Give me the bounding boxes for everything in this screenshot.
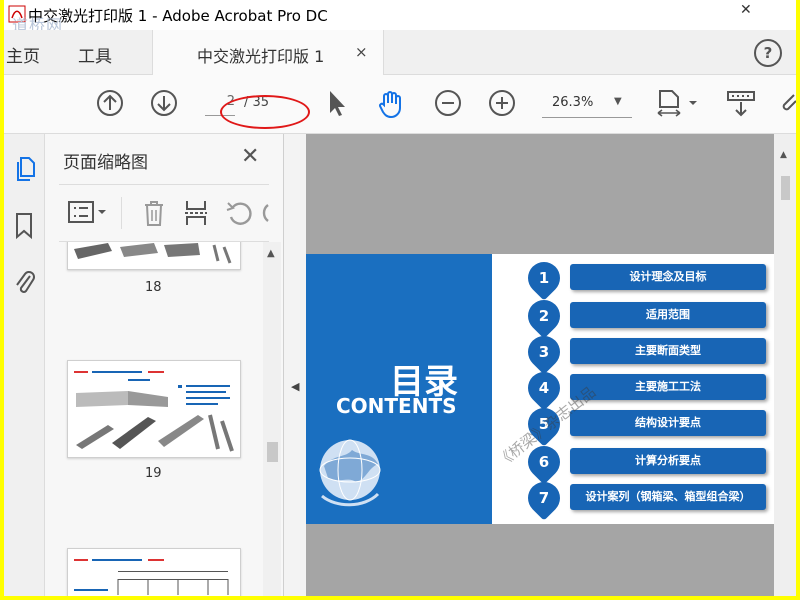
tab-document[interactable]: 中交激光打印版 1 ×: [152, 30, 384, 75]
toc-item-label: 结构设计要点: [570, 410, 766, 436]
thumbnail-page-20[interactable]: [67, 548, 241, 596]
document-tab-close-button[interactable]: ×: [355, 43, 368, 61]
document-scrollbar[interactable]: ▲: [774, 134, 796, 596]
panel-close-button[interactable]: ✕: [241, 144, 259, 169]
panel-collapse-handle[interactable]: ◀: [284, 134, 307, 596]
panel-toolbar: [59, 184, 269, 242]
document-view: 目录 CONTENTS 1 设计理念及目标 2 适用范围 3 主要断面类型 4 …: [306, 134, 774, 596]
zoom-out-icon[interactable]: [434, 89, 462, 117]
thumbnail-page-19[interactable]: [67, 360, 241, 458]
toc-item[interactable]: 2 适用范围: [521, 293, 768, 339]
previous-page-icon[interactable]: [96, 89, 124, 117]
thumbnail-image: [74, 371, 234, 452]
toc-number-badge: 7: [521, 475, 567, 521]
pdf-page: 目录 CONTENTS 1 设计理念及目标 2 适用范围 3 主要断面类型 4 …: [306, 254, 774, 524]
title-bar: 中交激光打印版 1 - Adobe Acrobat Pro DC 道桥网 ✕: [4, 0, 796, 35]
toc-item-label: 计算分析要点: [570, 448, 766, 474]
toolbar: 2 / 35 26.3% ▼: [4, 75, 796, 134]
help-button[interactable]: ?: [754, 39, 782, 67]
toc-item[interactable]: 7 设计案列（钢箱梁、箱型组合梁）: [521, 475, 768, 521]
thumbnail-panel: 页面缩略图 ✕ 18 19 ▲: [45, 134, 284, 596]
toc-item-label: 主要断面类型: [570, 338, 766, 364]
thumbnail-scrollbar[interactable]: ▲: [263, 242, 281, 596]
page-thumbnails-icon[interactable]: [14, 156, 36, 182]
contents-title-en: CONTENTS: [336, 394, 457, 418]
thumbnail-label: 18: [145, 280, 162, 295]
toc-number-badge: 1: [521, 255, 567, 301]
rotate-clockwise-icon[interactable]: [259, 199, 269, 227]
thumbnail-image: [74, 559, 229, 595]
delete-page-icon[interactable]: [141, 199, 167, 227]
document-tab-title: 中交激光打印版 1: [197, 47, 325, 66]
window-close-button[interactable]: ✕: [740, 2, 752, 18]
scroll-mode-icon[interactable]: [726, 89, 756, 119]
acrobat-window: 中交激光打印版 1 - Adobe Acrobat Pro DC 道桥网 ✕ 主…: [4, 0, 796, 596]
zoom-select[interactable]: 26.3% ▼: [542, 89, 632, 118]
tab-tools[interactable]: 工具: [78, 42, 112, 67]
panel-title: 页面缩略图: [63, 153, 148, 173]
zoom-in-icon[interactable]: [488, 89, 516, 117]
link-icon[interactable]: [780, 89, 796, 117]
zoom-value: 26.3%: [552, 95, 594, 110]
thumbnail-list: 18 19: [45, 242, 263, 596]
bookmark-icon[interactable]: [14, 212, 34, 240]
chevron-left-icon: ◀: [291, 380, 300, 393]
toc-item-label: 设计案列（钢箱梁、箱型组合梁）: [570, 484, 766, 510]
annotation-circle: [220, 95, 310, 129]
thumbnail-label: 19: [145, 466, 162, 481]
thumbnail-page-18[interactable]: [67, 242, 241, 270]
toc-item[interactable]: 3 主要断面类型: [521, 329, 768, 375]
next-page-icon[interactable]: [150, 89, 178, 117]
thumbnail-options-icon[interactable]: [67, 199, 109, 225]
hand-tool-icon[interactable]: [376, 89, 406, 119]
contents-panel: 目录 CONTENTS: [306, 254, 492, 524]
toc-number-badge: 3: [521, 329, 567, 375]
scrollbar-thumb[interactable]: [781, 176, 790, 200]
toc-item[interactable]: 1 设计理念及目标: [521, 255, 768, 301]
window-title: 中交激光打印版 1 - Adobe Acrobat Pro DC: [28, 7, 328, 25]
chevron-down-icon: ▼: [614, 96, 622, 107]
toolbar-divider: [121, 197, 122, 229]
tab-home[interactable]: 主页: [6, 42, 40, 67]
toc-number-badge: 2: [521, 293, 567, 339]
toc-item-label: 适用范围: [570, 302, 766, 328]
split-page-icon[interactable]: [183, 199, 209, 227]
select-tool-icon[interactable]: [326, 89, 348, 117]
navigation-rail: [4, 134, 45, 596]
toc-item-label: 主要施工工法: [570, 374, 766, 400]
attachment-icon[interactable]: [14, 268, 36, 298]
scrollbar-thumb[interactable]: [267, 442, 278, 462]
thumbnail-image: [74, 243, 232, 264]
scroll-up-arrow-icon[interactable]: ▲: [780, 150, 787, 160]
toc-item[interactable]: 6 计算分析要点: [521, 439, 768, 485]
toc-item-label: 设计理念及目标: [570, 264, 766, 290]
tab-bar: 主页 工具 中交激光打印版 1 × ?: [4, 30, 796, 75]
scroll-up-arrow-icon[interactable]: ▲: [267, 248, 275, 259]
rotate-counterclockwise-icon[interactable]: [225, 199, 253, 227]
globe-icon: [319, 439, 381, 507]
page-fit-icon[interactable]: [656, 89, 700, 119]
